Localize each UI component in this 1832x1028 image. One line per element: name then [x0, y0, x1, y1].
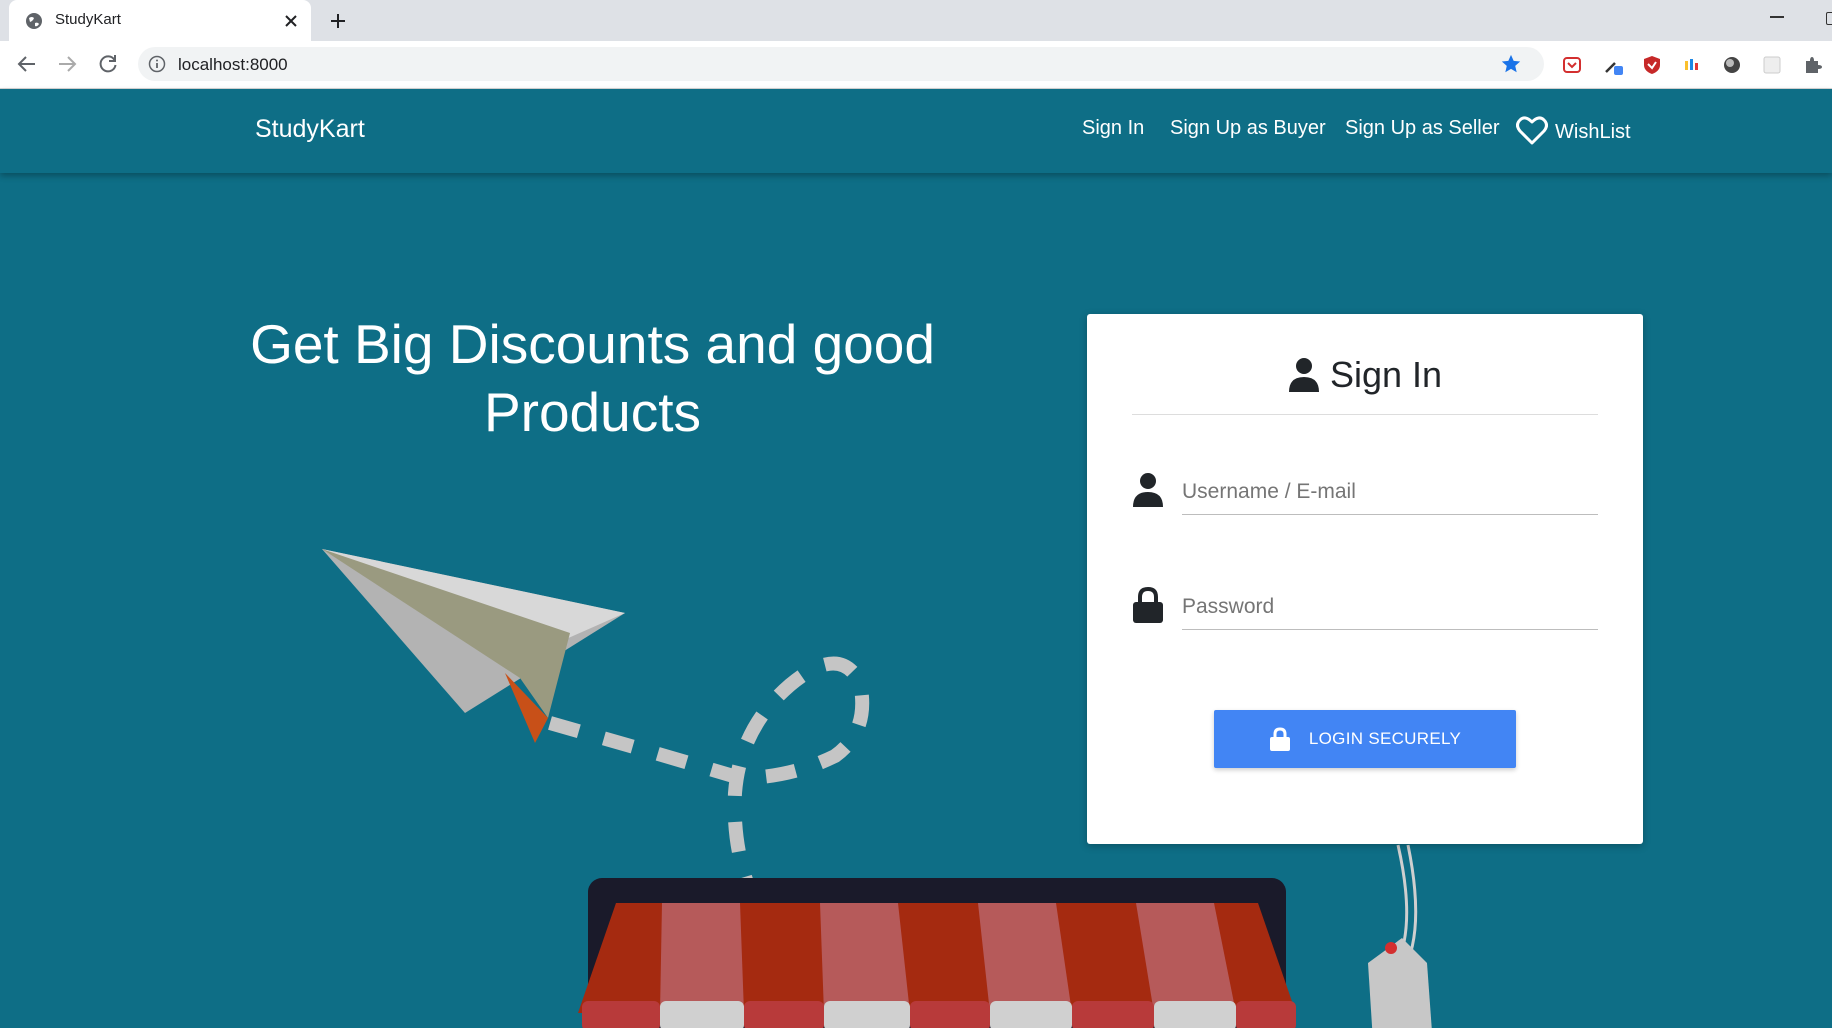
user-icon — [1288, 358, 1319, 392]
nav-wishlist[interactable]: WishList — [1516, 113, 1631, 147]
login-securely-button[interactable]: LOGIN SECURELY — [1214, 710, 1516, 768]
info-icon[interactable] — [148, 55, 166, 73]
signin-title: Sign In — [1329, 354, 1443, 395]
browser-tabstrip: StudyKart — [0, 0, 1832, 41]
lock-icon — [1269, 727, 1290, 751]
grid-extension-icon[interactable] — [1762, 55, 1782, 75]
browser-toolbar: localhost:8000 — [0, 41, 1832, 89]
plus-icon[interactable] — [326, 9, 350, 33]
wishlist-label: WishList — [1555, 120, 1631, 143]
browser-tab[interactable]: StudyKart — [9, 0, 311, 41]
url-text: localhost:8000 — [178, 55, 288, 74]
heart-icon — [1516, 116, 1548, 145]
lock-icon — [1133, 587, 1163, 623]
maximize-button[interactable] — [1826, 12, 1832, 25]
hero-title: Get Big Discounts and good Products — [250, 313, 935, 443]
eyedropper-extension-icon[interactable] — [1603, 55, 1623, 75]
pocket-extension-icon[interactable] — [1562, 55, 1582, 75]
back-icon[interactable] — [15, 52, 39, 76]
nav-sign-in[interactable]: Sign In — [1082, 117, 1144, 140]
signin-header: Sign In — [1132, 344, 1598, 415]
shop-awning — [578, 878, 1296, 1028]
star-icon[interactable] — [1500, 53, 1522, 75]
minimize-button[interactable] — [1770, 16, 1784, 18]
reload-icon[interactable] — [96, 52, 120, 76]
nav-sign-up-buyer[interactable]: Sign Up as Buyer — [1170, 117, 1326, 140]
tab-title: StudyKart — [55, 11, 121, 28]
forward-icon[interactable] — [55, 52, 79, 76]
puzzle-icon[interactable] — [1802, 55, 1822, 75]
shield-extension-icon[interactable] — [1642, 55, 1662, 75]
brand-link[interactable]: StudyKart — [255, 115, 365, 144]
nav-sign-up-seller[interactable]: Sign Up as Seller — [1345, 117, 1500, 140]
bars-extension-icon[interactable] — [1682, 55, 1702, 75]
password-field — [1132, 579, 1598, 635]
password-input[interactable] — [1182, 585, 1598, 630]
address-bar[interactable]: localhost:8000 — [138, 47, 1544, 81]
signin-card: Sign In LOGIN SECURELY — [1087, 314, 1643, 844]
site-navbar: StudyKart Sign In Sign Up as Buyer Sign … — [0, 89, 1832, 173]
price-tag — [1368, 844, 1432, 1028]
login-button-label: LOGIN SECURELY — [1308, 729, 1462, 748]
close-icon[interactable] — [281, 11, 301, 31]
globe-icon — [26, 13, 42, 29]
paper-plane — [322, 549, 625, 743]
user-icon — [1133, 473, 1163, 507]
circle-extension-icon[interactable] — [1722, 55, 1742, 75]
username-input[interactable] — [1182, 470, 1598, 515]
username-field — [1132, 464, 1598, 520]
